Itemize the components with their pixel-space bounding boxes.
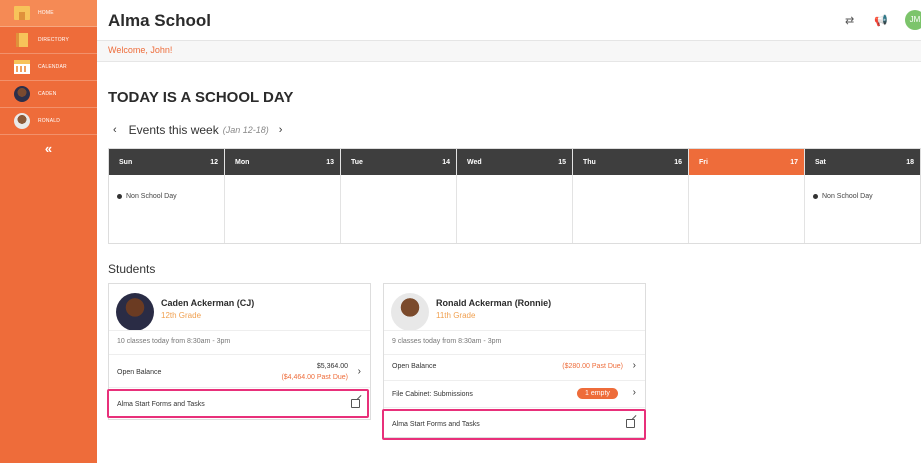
student-photo bbox=[116, 293, 154, 331]
megaphone-icon[interactable]: 📢 bbox=[874, 14, 888, 27]
day-number: 15 bbox=[558, 158, 566, 166]
sidebar-item-label: HOME bbox=[38, 10, 54, 16]
classes-summary: 10 classes today from 8:30am - 3pm bbox=[117, 338, 231, 345]
sidebar-item-calendar[interactable]: CALENDAR bbox=[0, 54, 97, 81]
welcome-bar: Welcome, John! bbox=[97, 41, 921, 62]
sidebar-item-caden[interactable]: CADEN bbox=[0, 81, 97, 108]
collapse-sidebar-icon[interactable]: « bbox=[0, 141, 97, 156]
highlight-box bbox=[107, 389, 369, 418]
avatar bbox=[13, 86, 31, 102]
day-column[interactable]: Mon 13 bbox=[225, 149, 341, 243]
open-balance-label[interactable]: Open Balance bbox=[392, 363, 436, 370]
student-name[interactable]: Caden Ackerman (CJ) bbox=[161, 298, 254, 308]
day-number: 17 bbox=[790, 158, 798, 166]
day-name: Sat bbox=[815, 158, 826, 166]
events-title: Events this week bbox=[128, 123, 219, 137]
calendar-event[interactable]: Non School Day bbox=[813, 193, 873, 200]
past-due-amount: ($4,464.00 Past Due) bbox=[281, 374, 348, 381]
day-name: Mon bbox=[235, 158, 250, 166]
event-label: Non School Day bbox=[822, 193, 873, 200]
day-column[interactable]: Thu 16 bbox=[573, 149, 689, 243]
sidebar-item-home[interactable]: HOME bbox=[0, 0, 97, 27]
event-dot-icon bbox=[813, 194, 818, 199]
highlight-box bbox=[382, 409, 646, 440]
day-number: 14 bbox=[442, 158, 450, 166]
sidebar-item-label: DIRECTORY bbox=[38, 37, 70, 43]
day-name: Fri bbox=[699, 158, 708, 166]
past-due-amount: ($280.00 Past Due) bbox=[562, 363, 623, 370]
school-day-heading: TODAY IS A SCHOOL DAY bbox=[108, 89, 294, 106]
student-grade: 12th Grade bbox=[161, 311, 202, 320]
events-week-nav: ‹ Events this week (Jan 12-18) › bbox=[113, 123, 282, 137]
day-column[interactable]: Sun 12 Non School Day bbox=[109, 149, 225, 243]
events-range: (Jan 12-18) bbox=[222, 125, 269, 135]
classes-summary: 9 classes today from 8:30am - 3pm bbox=[392, 338, 502, 345]
day-name: Sun bbox=[119, 158, 133, 166]
open-balance-label[interactable]: Open Balance bbox=[117, 369, 161, 376]
avatar bbox=[13, 113, 31, 129]
day-column-today[interactable]: Fri 17 bbox=[689, 149, 805, 243]
sidebar: HOME DIRECTORY CALENDAR CADEN RONALD « bbox=[0, 0, 97, 463]
day-number: 12 bbox=[210, 158, 218, 166]
home-icon bbox=[13, 5, 31, 21]
day-name: Wed bbox=[467, 158, 482, 166]
sidebar-item-directory[interactable]: DIRECTORY bbox=[0, 27, 97, 54]
sidebar-item-label: CALENDAR bbox=[38, 64, 67, 70]
students-heading: Students bbox=[108, 262, 156, 276]
day-name: Thu bbox=[583, 158, 596, 166]
calendar-icon bbox=[13, 59, 31, 75]
day-name: Tue bbox=[351, 158, 363, 166]
student-grade: 11th Grade bbox=[436, 311, 476, 320]
student-name[interactable]: Ronald Ackerman (Ronnie) bbox=[436, 298, 551, 308]
sidebar-item-label: CADEN bbox=[38, 91, 57, 97]
sidebar-item-ronald[interactable]: RONALD bbox=[0, 108, 97, 135]
top-header: Alma School ⇄ 📢 JM bbox=[97, 0, 921, 41]
day-number: 16 bbox=[674, 158, 682, 166]
sidebar-item-label: RONALD bbox=[38, 118, 61, 124]
chevron-right-icon[interactable]: › bbox=[279, 124, 283, 136]
user-avatar[interactable]: JM bbox=[905, 10, 921, 30]
student-photo bbox=[391, 293, 429, 331]
empty-status-badge[interactable]: 1 empty bbox=[577, 388, 618, 399]
day-number: 13 bbox=[326, 158, 334, 166]
day-column[interactable]: Sat 18 Non School Day bbox=[805, 149, 920, 243]
page-title: Alma School bbox=[108, 11, 211, 30]
week-calendar: Sun 12 Non School Day Mon 13 Tue 14 Wed 15 T… bbox=[108, 148, 921, 244]
file-cabinet-label[interactable]: File Cabinet: Submissions bbox=[392, 391, 473, 398]
chevron-right-icon[interactable]: › bbox=[358, 366, 361, 377]
calendar-event[interactable]: Non School Day bbox=[117, 193, 177, 200]
switch-arrows-icon[interactable]: ⇄ bbox=[845, 14, 854, 27]
chevron-right-icon[interactable]: › bbox=[633, 360, 636, 371]
welcome-message: Welcome, John! bbox=[108, 45, 173, 55]
event-dot-icon bbox=[117, 194, 122, 199]
event-label: Non School Day bbox=[126, 193, 177, 200]
day-number: 18 bbox=[906, 158, 914, 166]
chevron-left-icon[interactable]: ‹ bbox=[113, 124, 117, 136]
directory-icon bbox=[13, 32, 31, 48]
day-column[interactable]: Tue 14 bbox=[341, 149, 457, 243]
chevron-right-icon[interactable]: › bbox=[633, 387, 636, 398]
day-column[interactable]: Wed 15 bbox=[457, 149, 573, 243]
balance-amount: $5,364.00 bbox=[316, 363, 348, 370]
